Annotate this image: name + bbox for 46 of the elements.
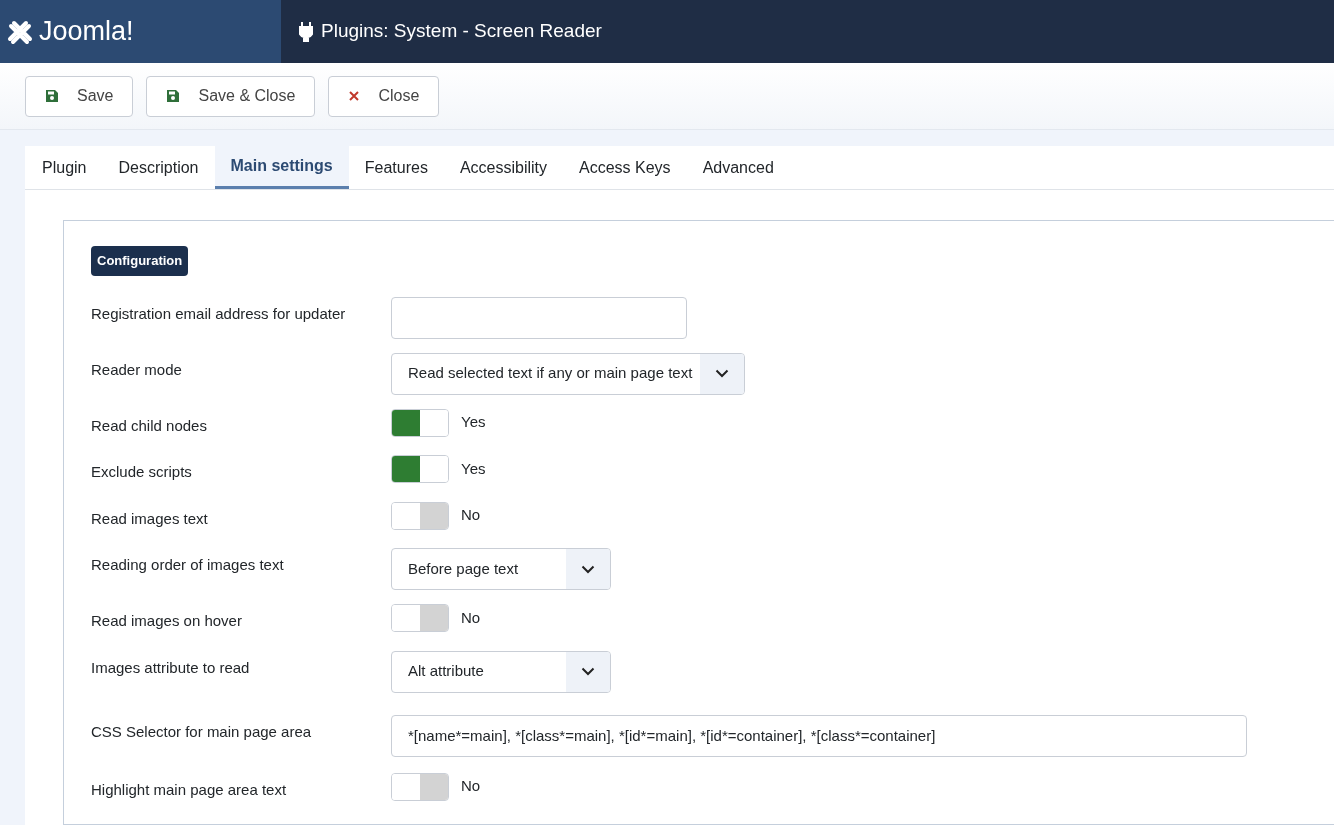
select-field[interactable]: Alt attribute — [391, 650, 611, 693]
field-label: Read images on hover — [91, 611, 243, 631]
tab[interactable]: Features — [348, 146, 444, 189]
field-label: Exclude scripts — [91, 462, 193, 482]
close-icon — [348, 90, 361, 102]
select-value: Read selected text if any or main page text — [407, 363, 694, 384]
field-label: CSS Selector for main page area — [91, 721, 313, 742]
field-label: Images attribute to read — [91, 657, 251, 678]
toggle-value: No — [461, 607, 481, 628]
toggle-value: No — [461, 776, 481, 797]
page-title: Plugins: System - Screen Reader — [321, 19, 602, 44]
text-field[interactable]: *[name*=main], *[class*=main], *[id*=main], *[id*=container], *[class*=container] — [391, 714, 1247, 757]
select-field[interactable]: Before page text — [391, 548, 611, 590]
chevron-down-icon — [715, 369, 730, 378]
tab[interactable]: Access Keys — [563, 146, 687, 189]
tab[interactable]: Advanced — [686, 146, 790, 189]
tab[interactable]: Main settings — [214, 146, 349, 189]
toggle-switch[interactable] — [391, 772, 449, 801]
logo-text: Joomla! — [39, 15, 134, 49]
toggle-switch[interactable] — [391, 455, 449, 483]
toggle-value: No — [461, 505, 481, 526]
toggle-value: Yes — [461, 412, 486, 433]
field-label: Reader mode — [91, 359, 183, 380]
chevron-down-icon — [581, 564, 595, 574]
text-field[interactable] — [391, 296, 687, 339]
section-legend: Configuration — [91, 246, 189, 276]
toggle-switch[interactable] — [391, 501, 449, 530]
toggle-value: Yes — [461, 458, 486, 479]
tab[interactable]: Description — [102, 146, 215, 189]
field-label: Highlight main page area text — [91, 779, 288, 800]
select-field[interactable]: Read selected text if any or main page text — [391, 352, 746, 395]
field-label: Read images text — [91, 508, 209, 529]
save-button[interactable]: Save — [25, 75, 134, 117]
tab[interactable]: Accessibility — [443, 146, 564, 189]
toggle-switch[interactable] — [391, 604, 449, 632]
field-label: Registration email address for updater — [91, 303, 347, 324]
field-label: Reading order of images text — [91, 555, 285, 575]
tab[interactable]: Plugin — [26, 146, 103, 189]
close-button[interactable]: Close — [328, 75, 440, 117]
field-label: Read child nodes — [91, 415, 208, 436]
save-button[interactable]: Save & Close — [146, 75, 316, 117]
chevron-down-icon — [581, 667, 595, 676]
select-value: Alt attribute — [407, 661, 485, 682]
toggle-switch[interactable] — [391, 408, 449, 437]
select-value: Before page text — [407, 558, 520, 579]
plug-icon — [299, 21, 313, 42]
